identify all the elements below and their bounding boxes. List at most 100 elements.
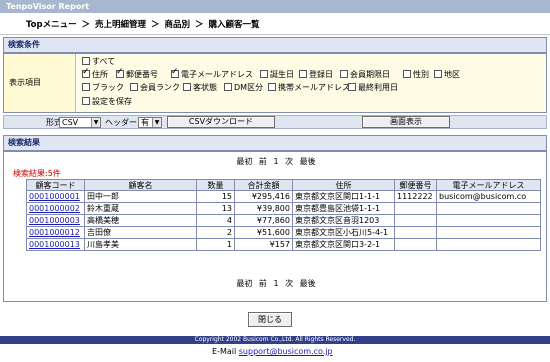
- checkbox[interactable]: [403, 70, 411, 78]
- result-count: 検索結果:5件: [13, 169, 61, 178]
- export-toolbar: 形式 CSV ▼ ヘッダー 有 ▼ CSVダウンロード 画面表示: [3, 115, 547, 129]
- option-label: 住所: [92, 70, 108, 79]
- csv-download-button[interactable]: CSVダウンロード: [167, 116, 275, 128]
- address: 東京都文京区音羽1203: [292, 214, 395, 227]
- total-amount: ¥77,860: [234, 214, 293, 227]
- option-label: 会員ランク: [140, 83, 180, 92]
- option-email[interactable]: 電子メールアドレス: [171, 67, 253, 80]
- header-select[interactable]: 有 ▼: [138, 117, 162, 128]
- checkbox[interactable]: [130, 83, 138, 91]
- pager-next[interactable]: 次: [285, 157, 293, 166]
- option-gender[interactable]: 性別: [403, 70, 429, 80]
- checkbox[interactable]: [268, 83, 276, 91]
- checkbox[interactable]: [82, 97, 90, 105]
- header-label: ヘッダー: [105, 118, 137, 127]
- customer-code-link[interactable]: 0001000013: [26, 238, 85, 251]
- display-button[interactable]: 画面表示: [362, 116, 450, 128]
- app-title-bar: TenpoVisor Report: [0, 0, 550, 13]
- option-district[interactable]: 地区: [434, 70, 460, 80]
- zip-code: [394, 238, 437, 251]
- search-conditions-panel: 表示項目 すべて 住所 郵便番号 電子メールアドレス 誕生日 登録日 会員期限日…: [3, 53, 547, 113]
- checkbox[interactable]: [82, 83, 90, 91]
- copyright-bar: Copyright 2002 Busicom Co.,Ltd. All Righ…: [0, 336, 550, 344]
- customer-code-link[interactable]: 0001000003: [26, 214, 85, 227]
- pager-prev[interactable]: 前: [259, 157, 267, 166]
- format-select[interactable]: CSV ▼: [59, 117, 101, 128]
- option-member-rank[interactable]: 会員ランク: [130, 83, 180, 93]
- zip-code: [394, 214, 437, 227]
- option-label: 携帯メールアドレス: [278, 83, 350, 92]
- mail-link[interactable]: support@busicom.co.jp: [239, 347, 333, 356]
- email: [436, 214, 541, 227]
- option-label: すべて: [92, 57, 116, 66]
- checkbox[interactable]: [82, 57, 90, 65]
- option-mobile-email[interactable]: 携帯メールアドレス: [268, 83, 350, 93]
- checkbox[interactable]: [299, 70, 307, 78]
- display-items-options: すべて 住所 郵便番号 電子メールアドレス 誕生日 登録日 会員期限日 性別 地…: [77, 54, 546, 112]
- checkbox[interactable]: [82, 67, 90, 78]
- pager-top: 最初 前 1 次 最後: [4, 157, 548, 167]
- option-last-used[interactable]: 最終利用日: [348, 83, 398, 93]
- email: [436, 226, 541, 239]
- checkbox[interactable]: [171, 67, 179, 78]
- option-label: 客状態: [193, 83, 217, 92]
- pager-prev[interactable]: 前: [259, 279, 267, 288]
- option-registered[interactable]: 登録日: [299, 70, 333, 80]
- customer-name: 吉田僚: [84, 226, 197, 239]
- table-row: 0001000012 吉田僚 2 ¥51,600 東京都文京区小石川5-4-1: [26, 226, 541, 239]
- zip-code: [394, 202, 437, 215]
- table-row: 0001000013 川島孝美 1 ¥157 東京都文京区関口3-2-1: [26, 238, 541, 251]
- option-all[interactable]: すべて: [82, 57, 115, 67]
- header-select-value: 有: [141, 118, 149, 127]
- results-table: 顧客コード 顧客名 数量 合計金額 住所 郵便番号 電子メールアドレス 0001…: [26, 179, 541, 251]
- total-amount: ¥295,416: [234, 190, 293, 203]
- pager-first[interactable]: 最初: [236, 279, 252, 288]
- checkbox[interactable]: [348, 83, 356, 91]
- option-save-settings[interactable]: 設定を保存: [82, 97, 132, 107]
- checkbox[interactable]: [116, 67, 124, 78]
- option-customer-status[interactable]: 客状態: [183, 83, 217, 93]
- quantity: 1: [196, 238, 235, 251]
- breadcrumb-item-sales[interactable]: 売上明細管理: [95, 20, 146, 30]
- option-member-expiry[interactable]: 会員期限日: [340, 70, 390, 80]
- option-label: 誕生日: [270, 70, 294, 79]
- option-label: DM区分: [234, 83, 264, 92]
- column-header-code: 顧客コード: [26, 179, 85, 191]
- checkbox[interactable]: [183, 83, 191, 91]
- address: 東京都文京区小石川5-4-1: [292, 226, 395, 239]
- option-label: 会員期限日: [350, 70, 390, 79]
- customer-code-link[interactable]: 0001000001: [26, 190, 85, 203]
- option-label: 郵便番号: [126, 70, 158, 79]
- checkbox[interactable]: [434, 70, 442, 78]
- pager-first[interactable]: 最初: [236, 157, 252, 166]
- chevron-down-icon[interactable]: ▼: [91, 118, 100, 127]
- pager-last[interactable]: 最後: [300, 279, 316, 288]
- breadcrumb-item-top[interactable]: Topメニュー: [26, 20, 77, 30]
- option-zip[interactable]: 郵便番号: [116, 67, 158, 80]
- pager-last[interactable]: 最後: [300, 157, 316, 166]
- checkbox[interactable]: [224, 83, 232, 91]
- pager-next[interactable]: 次: [285, 279, 293, 288]
- pager-page: 1: [273, 279, 279, 288]
- customer-name: 高橋美穂: [84, 214, 197, 227]
- option-label: 電子メールアドレス: [181, 70, 253, 79]
- option-address[interactable]: 住所: [82, 67, 108, 80]
- quantity: 4: [196, 214, 235, 227]
- checkbox[interactable]: [260, 70, 268, 78]
- checkbox[interactable]: [340, 70, 348, 78]
- option-blacklist[interactable]: ブラック: [82, 83, 124, 93]
- table-row: 0001000001 田中一郎 15 ¥295,416 東京都文京区関口1-1-…: [26, 190, 541, 203]
- email: [436, 238, 541, 251]
- customer-code-link[interactable]: 0001000012: [26, 226, 85, 239]
- search-results-header: 検索結果: [3, 135, 547, 151]
- column-header-total: 合計金額: [234, 179, 293, 191]
- chevron-down-icon[interactable]: ▼: [152, 118, 161, 127]
- option-dm-type[interactable]: DM区分: [224, 83, 263, 93]
- customer-code-link[interactable]: 0001000002: [26, 202, 85, 215]
- format-select-value: CSV: [62, 118, 79, 127]
- column-header-name: 顧客名: [84, 179, 197, 191]
- app-title: TenpoVisor Report: [6, 2, 90, 11]
- option-birthday[interactable]: 誕生日: [260, 70, 294, 80]
- close-button[interactable]: 閉じる: [248, 312, 292, 327]
- breadcrumb-item-product[interactable]: 商品別: [165, 20, 191, 30]
